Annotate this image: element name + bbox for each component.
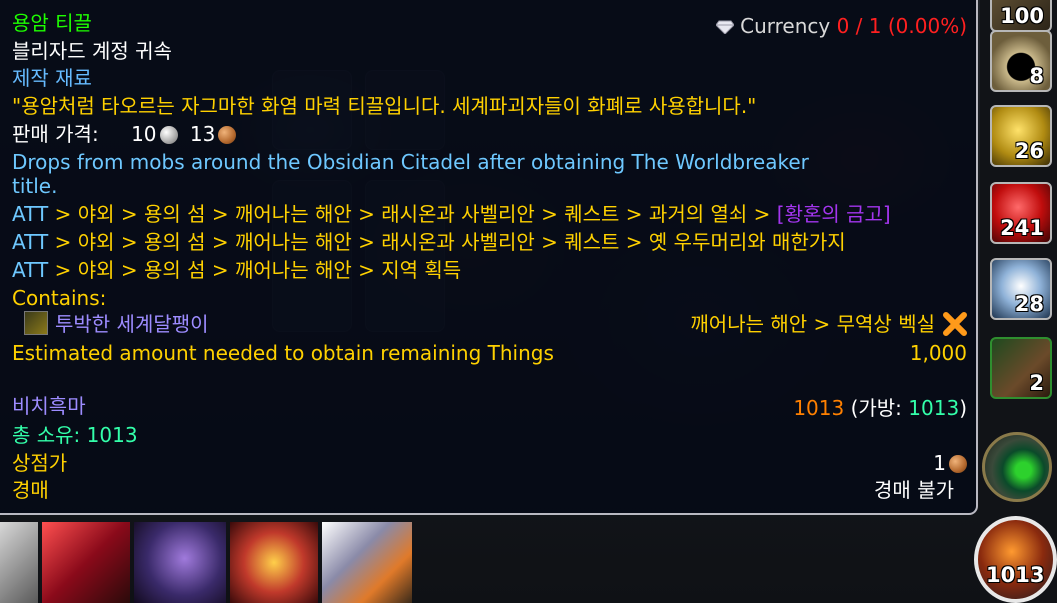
total-owned-row: 총 소유: 1013 [12,423,138,447]
sell-copper-value: 13 [189,122,216,146]
item-name: 용암 티끌 [12,11,92,35]
snail-mount-icon [24,311,48,335]
path-text: > 야외 > 용의 섬 > 깨어나는 해안 > 래시온과 사벨리안 > 퀘스트 … [48,202,777,226]
item-count: 100 [1000,4,1044,28]
demon-ability-icon[interactable] [134,522,226,603]
item-count: 241 [1000,216,1044,240]
source-description-line1: Drops from mobs around the Obsidian Cita… [12,150,809,174]
silver-coin-icon [159,126,178,144]
minimap-button[interactable] [982,432,1052,502]
total-count: 1013 [86,423,138,447]
source-description-line2: title. [12,174,58,198]
vendor-label: 상점가 [12,451,68,475]
item-category: 제작 재료 [12,66,92,90]
currency-progress: 0 / 1 (0.00%) [836,14,967,38]
sell-price-label: 판매 가격: [12,122,99,146]
location-path: ATT > 야외 > 용의 섬 > 깨어나는 해안 > 래시온과 사벨리안 > … [12,202,891,226]
claw-icon[interactable]: 2 [990,337,1052,399]
copper-coin-icon [218,126,237,144]
item-binding: 블리자드 계정 귀속 [12,39,172,63]
currency-progress-row: Currency 0 / 1 (0.00%) [716,14,967,38]
item-count: 8 [1029,64,1044,88]
character-name: 비치흑마 [12,394,86,418]
auction-value: 경매 불가 [874,478,954,502]
path-prefix: ATT [12,202,49,226]
path-prefix: ATT [12,230,49,254]
red-orb-icon[interactable]: 241 [990,182,1052,244]
auction-label: 경매 [12,478,49,502]
sell-silver-value: 10 [131,122,157,146]
fire-ability-icon[interactable] [42,522,130,603]
location-path: ATT > 야외 > 용의 섬 > 깨어나는 해안 > 래시온과 사벨리안 > … [12,230,846,254]
maw-icon[interactable]: 8 [990,30,1052,92]
gold-ore-icon[interactable]: 26 [990,105,1052,167]
bag-icon[interactable]: 100 [990,0,1052,32]
vendor-price: 1 [933,451,946,475]
item-count: 26 [1014,139,1044,163]
bag-count: 1013 [908,396,960,420]
contains-label: Contains: [12,286,107,310]
sell-price-row: 판매 가격: 10 13 [12,122,237,146]
character-count-row: 1013 (가방: 1013) [793,396,967,420]
character-count: 1013 [793,396,845,420]
skull-ability-icon[interactable] [230,522,318,603]
item-tooltip: 용암 티끌 블리자드 계정 귀속 제작 재료 "용암처럼 타오르는 자그마한 화… [0,0,978,515]
path-highlight: [황혼의 금고] [776,202,891,226]
path-text: > 야외 > 용의 섬 > 깨어나는 해안 > 지역 획득 [48,258,462,282]
path-prefix: ATT [12,258,49,282]
flame-mote-icon[interactable]: 1013 [974,516,1057,603]
item-count: 2 [1029,371,1044,395]
location-path: ATT > 야외 > 용의 섬 > 깨어나는 해안 > 지역 획득 [12,258,461,282]
estimate-label: Estimated amount needed to obtain remain… [12,341,554,365]
copper-coin-icon [949,455,967,473]
contains-item-location: 깨어나는 해안 > 무역상 벡실 [690,312,935,336]
vendor-price-row: 1 [933,451,967,475]
hand-ability-icon[interactable] [0,522,38,603]
total-label: 총 소유: [12,423,87,447]
item-count: 1013 [986,563,1045,587]
contains-item-name: 투박한 세계달팽이 [55,312,209,336]
item-count: 28 [1014,292,1044,316]
currency-label: Currency [740,14,831,38]
path-text: > 야외 > 용의 섬 > 깨어나는 해안 > 래시온과 사벨리안 > 퀘스트 … [48,230,846,254]
blade-ability-icon[interactable] [322,522,412,603]
item-flavor-text: "용암처럼 타오르는 자그마한 화염 마력 티끌입니다. 세계파괴자들이 화폐로… [12,94,757,118]
bag-label: (가방: [850,396,909,420]
close-icon [943,312,967,336]
bag-close: ) [959,396,967,420]
diamond-icon [716,20,735,34]
spirit-icon[interactable]: 28 [990,258,1052,320]
estimate-value: 1,000 [909,341,967,365]
